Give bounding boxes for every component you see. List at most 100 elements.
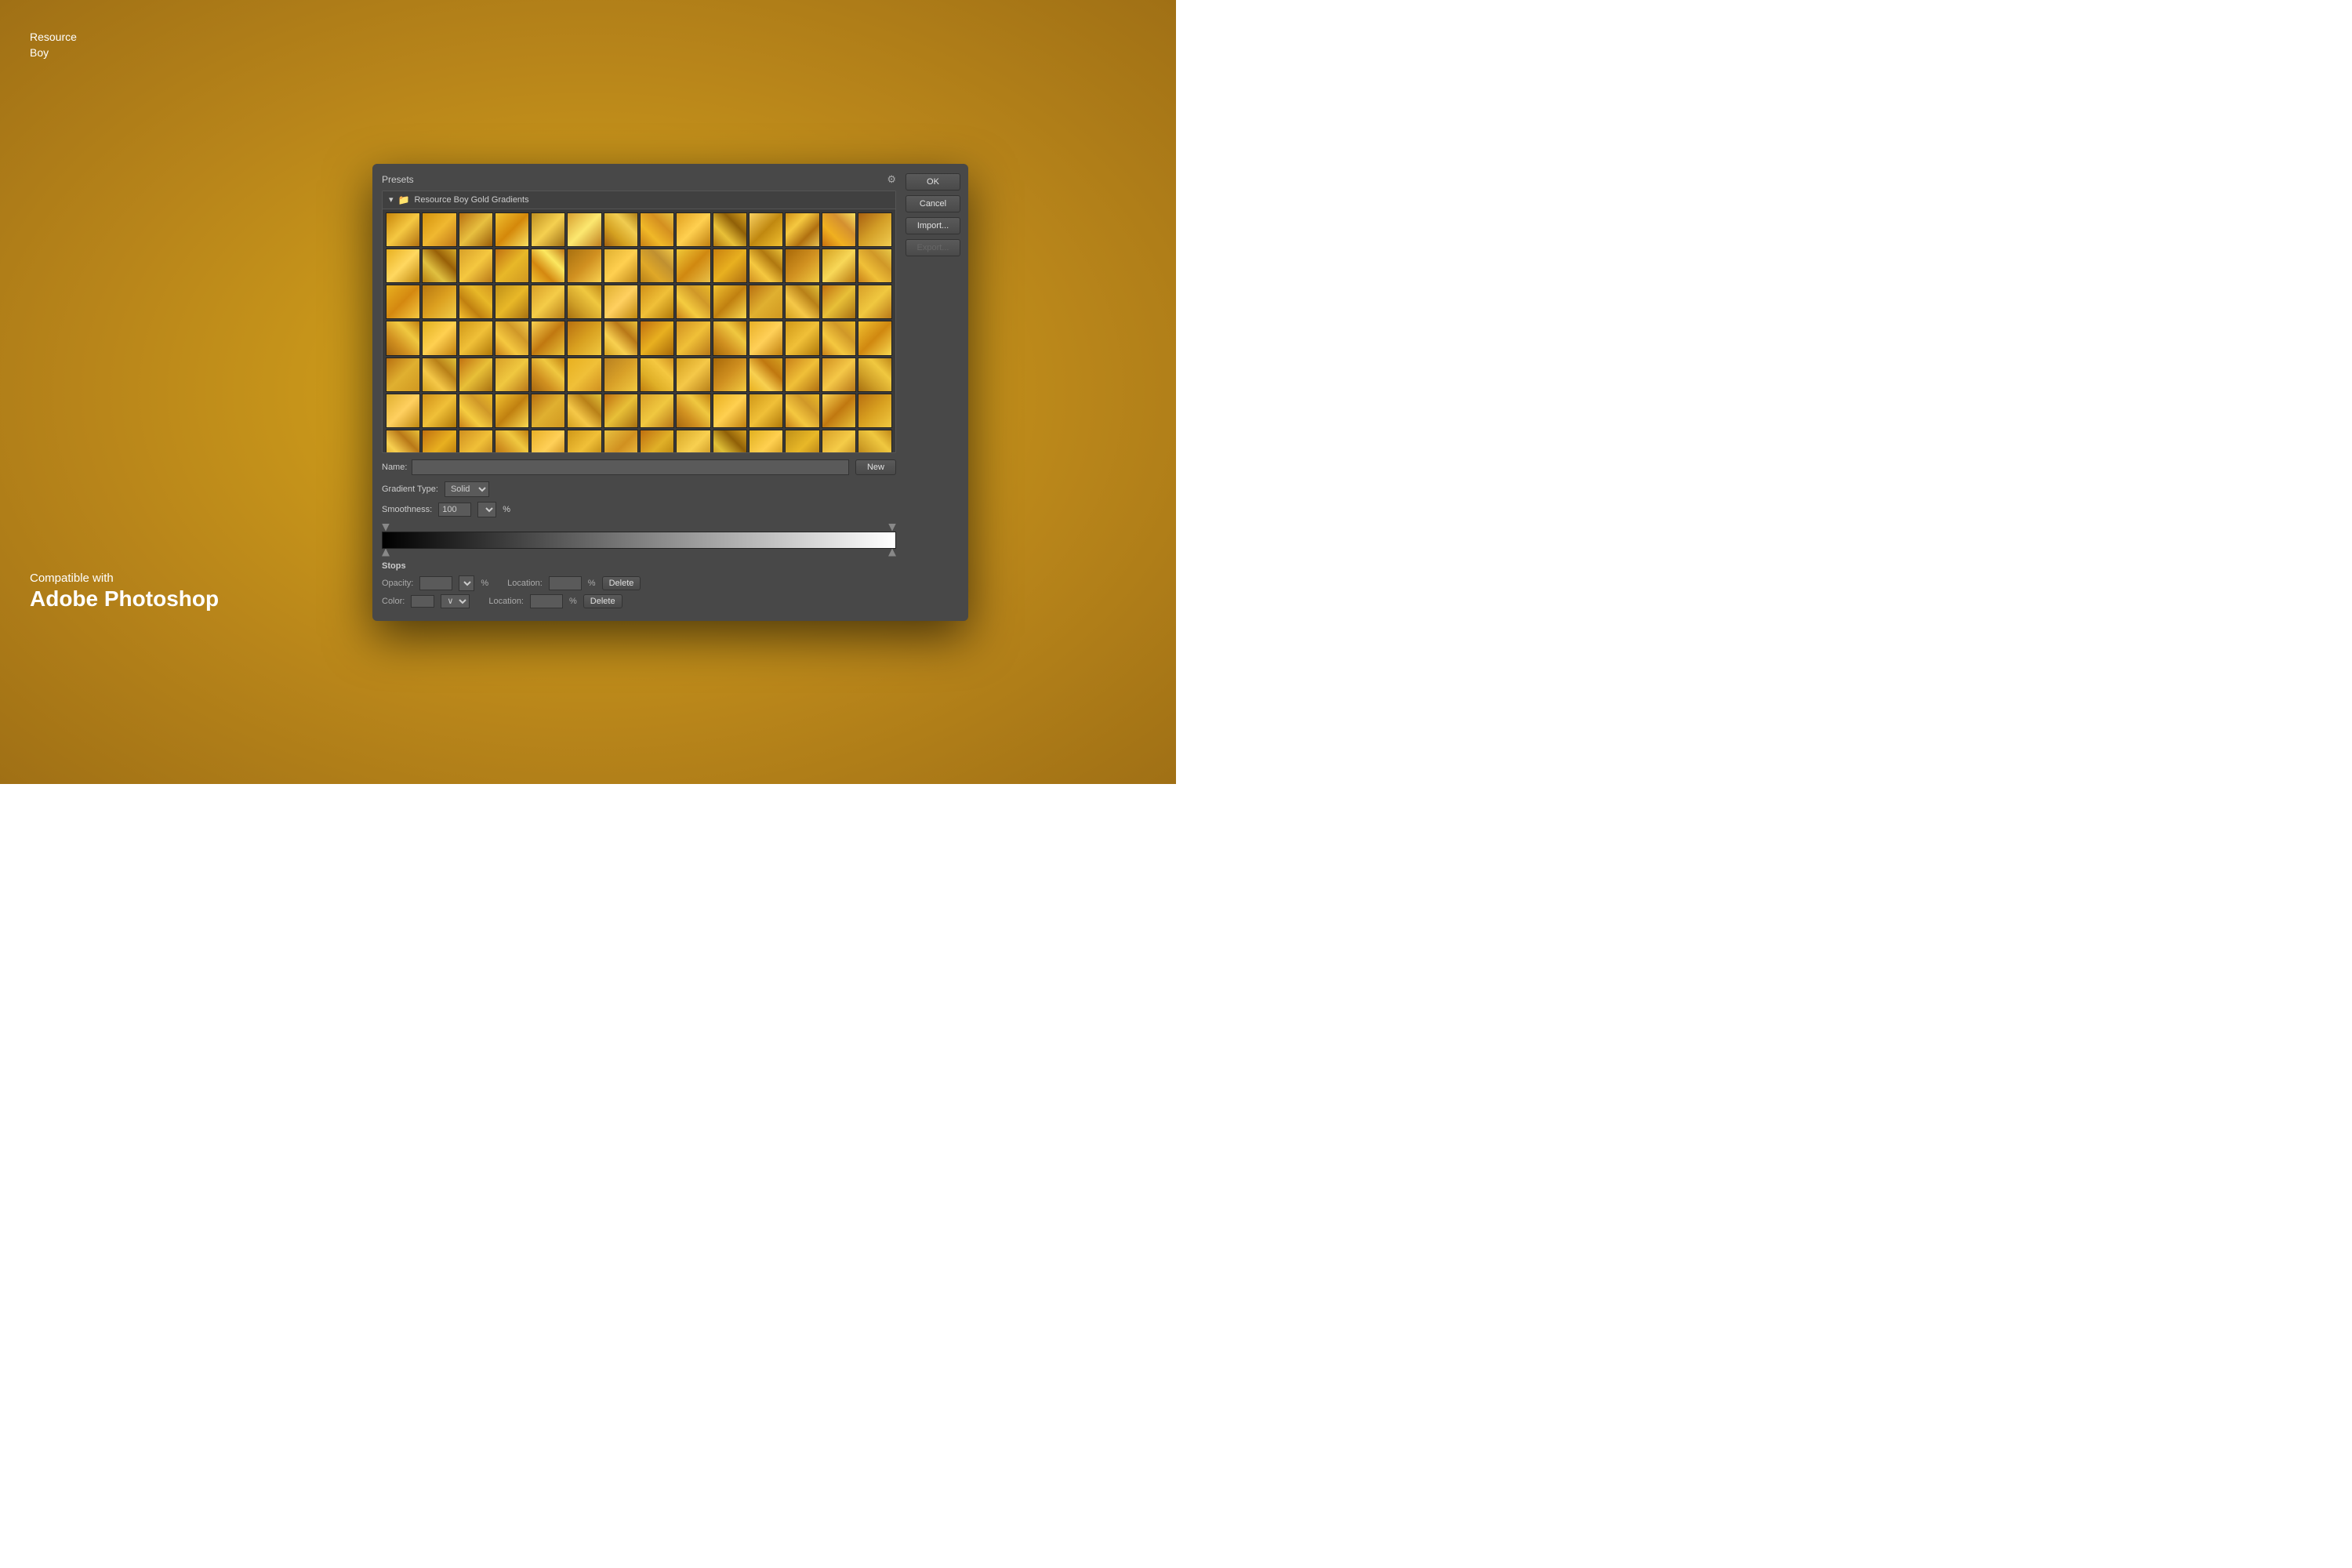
gradient-cell[interactable] [858, 358, 892, 392]
gradient-cell[interactable] [713, 212, 747, 247]
gradient-cell[interactable] [604, 321, 638, 355]
gradient-cell[interactable] [604, 285, 638, 319]
gradient-cell[interactable] [640, 212, 674, 247]
gradient-cell[interactable] [495, 430, 529, 452]
gradient-cell[interactable] [822, 285, 856, 319]
gradient-cell[interactable] [386, 285, 420, 319]
gradient-cell[interactable] [822, 212, 856, 247]
gradient-cell[interactable] [749, 249, 783, 283]
gradient-cell[interactable] [749, 430, 783, 452]
gradient-cell[interactable] [531, 212, 565, 247]
gradient-cell[interactable] [422, 321, 456, 355]
opacity-value-input[interactable] [419, 576, 452, 590]
color-dropdown[interactable]: ∨ [441, 594, 470, 608]
opacity-dropdown[interactable]: ∨ [459, 575, 474, 591]
gradient-cell[interactable] [785, 212, 819, 247]
gradient-bar[interactable] [382, 532, 896, 549]
gradient-cell[interactable] [459, 285, 493, 319]
color-stop-right[interactable] [888, 549, 896, 557]
gradient-cell[interactable] [676, 321, 710, 355]
gradient-cell[interactable] [567, 358, 601, 392]
gradient-cell[interactable] [676, 358, 710, 392]
gradient-cell[interactable] [749, 285, 783, 319]
gradient-cell[interactable] [531, 358, 565, 392]
gradient-cell[interactable] [713, 358, 747, 392]
gradient-cell[interactable] [495, 358, 529, 392]
opacity-stop-right[interactable] [888, 524, 896, 532]
gradient-cell[interactable] [785, 285, 819, 319]
gradient-cell[interactable] [676, 394, 710, 428]
gradient-cell[interactable] [422, 430, 456, 452]
gradient-cell[interactable] [567, 212, 601, 247]
gradient-cell[interactable] [531, 430, 565, 452]
gradient-cell[interactable] [858, 285, 892, 319]
gradient-cell[interactable] [640, 321, 674, 355]
delete-button-2[interactable]: Delete [583, 594, 622, 608]
gradient-cell[interactable] [386, 212, 420, 247]
delete-button-1[interactable]: Delete [602, 576, 641, 590]
color-stop-left[interactable] [382, 549, 390, 557]
gradient-cell[interactable] [640, 430, 674, 452]
gradient-type-select[interactable]: Solid Noise [445, 481, 489, 497]
gradient-cell[interactable] [640, 285, 674, 319]
gradient-cell[interactable] [422, 212, 456, 247]
gradient-cell[interactable] [495, 285, 529, 319]
new-button[interactable]: New [855, 459, 896, 475]
export-button[interactable]: Export... [906, 239, 960, 256]
gradient-cell[interactable] [713, 321, 747, 355]
gradient-cell[interactable] [822, 249, 856, 283]
gradient-cell[interactable] [604, 358, 638, 392]
name-input[interactable] [412, 459, 849, 475]
gradient-cell[interactable] [604, 394, 638, 428]
gradient-cell[interactable] [386, 394, 420, 428]
gradient-cell[interactable] [713, 394, 747, 428]
gradient-cell[interactable] [386, 249, 420, 283]
gradient-cell[interactable] [604, 249, 638, 283]
gradient-cell[interactable] [785, 321, 819, 355]
gradient-cell[interactable] [567, 249, 601, 283]
gradient-cell[interactable] [459, 394, 493, 428]
gear-icon[interactable]: ⚙ [887, 173, 896, 186]
gradient-cell[interactable] [422, 394, 456, 428]
smoothness-dropdown[interactable]: ∨ [477, 502, 496, 517]
gradient-cell[interactable] [495, 249, 529, 283]
smoothness-input[interactable] [438, 503, 471, 517]
gradient-cell[interactable] [822, 358, 856, 392]
gradient-cell[interactable] [531, 249, 565, 283]
gradient-cell[interactable] [567, 394, 601, 428]
color-swatch[interactable] [411, 595, 434, 608]
gradient-cell[interactable] [822, 321, 856, 355]
gradient-cell[interactable] [531, 321, 565, 355]
gradient-cell[interactable] [749, 321, 783, 355]
gradient-cell[interactable] [567, 285, 601, 319]
opacity-stop-left[interactable] [382, 524, 390, 532]
gradient-cell[interactable] [858, 430, 892, 452]
gradient-cell[interactable] [676, 430, 710, 452]
presets-folder[interactable]: ▾ 📁 Resource Boy Gold Gradients [383, 191, 895, 209]
gradient-cell[interactable] [785, 358, 819, 392]
gradient-cell[interactable] [495, 321, 529, 355]
gradient-cell[interactable] [422, 285, 456, 319]
gradient-cell[interactable] [531, 394, 565, 428]
gradient-cell[interactable] [640, 358, 674, 392]
gradient-cell[interactable] [676, 212, 710, 247]
cancel-button[interactable]: Cancel [906, 195, 960, 212]
ok-button[interactable]: OK [906, 173, 960, 191]
gradient-cell[interactable] [386, 321, 420, 355]
gradient-cell[interactable] [785, 249, 819, 283]
gradient-cell[interactable] [495, 212, 529, 247]
gradient-cell[interactable] [858, 249, 892, 283]
location-input-2[interactable] [530, 594, 563, 608]
gradient-cell[interactable] [713, 285, 747, 319]
gradient-cell[interactable] [604, 212, 638, 247]
gradient-cell[interactable] [749, 394, 783, 428]
gradient-cell[interactable] [495, 394, 529, 428]
gradient-cell[interactable] [858, 321, 892, 355]
gradient-cell[interactable] [386, 430, 420, 452]
gradient-cell[interactable] [749, 212, 783, 247]
gradient-cell[interactable] [640, 394, 674, 428]
gradient-cell[interactable] [822, 430, 856, 452]
gradient-cell[interactable] [858, 212, 892, 247]
gradient-cell[interactable] [459, 430, 493, 452]
gradient-cell[interactable] [713, 249, 747, 283]
